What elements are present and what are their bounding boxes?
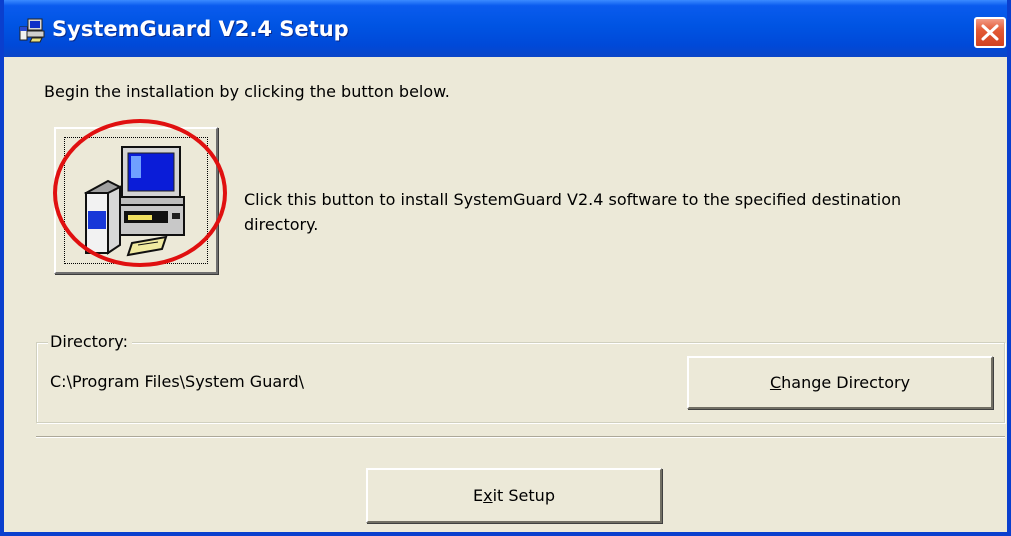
change-directory-label: hange Directory [781,373,911,392]
directory-label: Directory: [48,332,132,351]
install-description: Click this button to install SystemGuard… [244,190,902,234]
directory-path: C:\Program Files\System Guard\ [50,372,304,391]
title-bar[interactable]: SystemGuard V2.4 Setup [4,0,1007,57]
install-button[interactable] [54,127,218,274]
window-title: SystemGuard V2.4 Setup [52,17,349,41]
setup-window: SystemGuard V2.4 Setup Begin the install… [0,0,1011,536]
exit-label-end: it Setup [492,486,555,505]
exit-label-start: E [473,486,484,505]
exit-accel: x [483,486,493,505]
install-computer-icon [83,146,185,257]
exit-setup-button[interactable]: Exit Setup [366,468,662,523]
intro-text: Begin the installation by clicking the b… [44,82,450,101]
separator [36,436,1005,438]
change-directory-accel: C [769,373,782,392]
close-icon [981,24,999,41]
setup-computer-icon [19,18,45,43]
change-directory-button[interactable]: Change Directory [687,356,993,409]
close-button[interactable] [974,17,1006,48]
